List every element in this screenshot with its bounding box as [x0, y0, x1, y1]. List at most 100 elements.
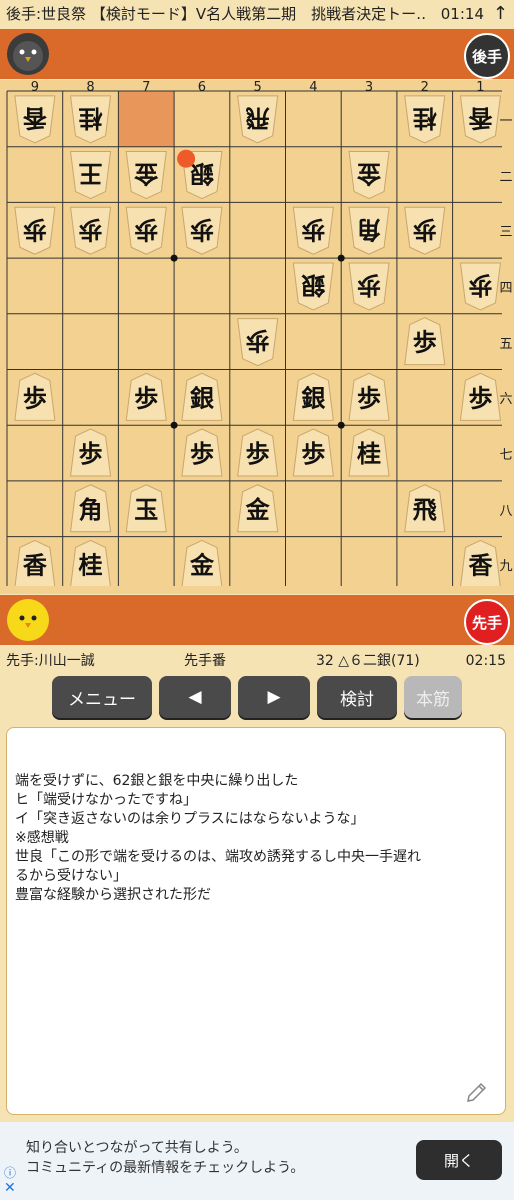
piece-gote-3-4[interactable]: 歩	[348, 262, 390, 311]
piece-sente-9-6[interactable]: 歩	[14, 372, 56, 421]
piece-gote-4-4[interactable]: 銀	[292, 262, 334, 311]
sente-player-bar: 先手	[0, 595, 514, 645]
gote-player-bar: 後手	[0, 29, 514, 79]
piece-label: 金	[189, 550, 215, 579]
current-move: 32 △６二銀(71)	[316, 653, 420, 669]
next-move-button[interactable]: ▶	[238, 676, 310, 718]
piece-label: 角	[357, 215, 381, 244]
piece-sente-3-7[interactable]: 桂	[348, 428, 390, 477]
piece-sente-6-9[interactable]: 金	[181, 539, 223, 586]
piece-gote-7-2[interactable]: 金	[125, 151, 167, 200]
piece-label: 桂	[357, 439, 381, 468]
piece-gote-3-3[interactable]: 角	[348, 206, 390, 255]
gote-badge: 後手	[464, 33, 510, 79]
piece-sente-1-6[interactable]: 歩	[459, 372, 502, 421]
piece-gote-5-1[interactable]: 飛	[237, 95, 279, 144]
shogi-board[interactable]: 香桂飛桂香王金銀金歩歩歩歩歩角歩銀歩歩歩 歩歩歩銀銀歩歩歩歩歩歩桂角玉金飛香桂金香	[2, 86, 502, 586]
file-label: 8	[86, 80, 95, 95]
file-label: 9	[30, 80, 39, 95]
piece-gote-4-3[interactable]: 歩	[292, 206, 334, 255]
rank-label: 六	[499, 392, 513, 408]
piece-label: 歩	[468, 271, 492, 300]
piece-gote-5-5[interactable]: 歩	[237, 318, 279, 367]
file-label: 4	[309, 80, 318, 95]
ad-info-icon[interactable]: ⓘ	[4, 1164, 16, 1181]
mainline-button[interactable]: 本筋	[404, 676, 462, 718]
sente-chick-avatar-icon	[7, 599, 49, 641]
turn-indicator: 先手番	[184, 653, 226, 669]
piece-gote-6-3[interactable]: 歩	[181, 206, 223, 255]
up-arrow-icon[interactable]: ↑	[493, 0, 508, 28]
piece-sente-7-6[interactable]: 歩	[125, 372, 167, 421]
piece-label: 歩	[190, 215, 214, 244]
comment-box[interactable]: 端を受けずに、62銀と銀を中央に繰り出した ヒ「端受けなかったですね」 イ「突き…	[6, 727, 506, 1115]
piece-sente-5-7[interactable]: 歩	[237, 428, 279, 477]
ad-line-2: コミュニティの最新情報をチェックしよう。	[26, 1160, 305, 1176]
piece-label: 玉	[134, 495, 158, 524]
piece-sente-8-7[interactable]: 歩	[69, 428, 112, 477]
piece-label: 歩	[23, 383, 47, 412]
piece-label: 歩	[134, 215, 158, 244]
star-point	[170, 421, 178, 429]
piece-gote-2-1[interactable]: 桂	[404, 95, 446, 144]
piece-label: 香	[468, 550, 493, 579]
piece-label: 歩	[134, 383, 158, 412]
last-move-from-highlight	[118, 91, 175, 147]
star-point	[337, 254, 345, 262]
piece-sente-8-9[interactable]: 桂	[70, 539, 111, 586]
rank-label: 二	[499, 169, 513, 185]
piece-gote-7-3[interactable]: 歩	[125, 206, 167, 255]
piece-gote-9-1[interactable]: 香	[14, 95, 56, 144]
piece-gote-8-3[interactable]: 歩	[69, 206, 112, 255]
piece-sente-4-6[interactable]: 銀	[292, 372, 334, 421]
clock: 01:14	[440, 5, 484, 23]
ad-close-icon[interactable]: ✕	[4, 1180, 16, 1196]
piece-label: 金	[356, 160, 382, 189]
piece-label: 歩	[301, 439, 325, 468]
ad-text: 知り合いとつながって共有しよう。 コミュニティの最新情報をチェックしよう。	[26, 1138, 304, 1178]
pencil-icon[interactable]	[465, 1080, 489, 1104]
piece-label: 歩	[357, 383, 381, 412]
piece-gote-1-4[interactable]: 歩	[459, 262, 502, 311]
file-label: 1	[476, 80, 485, 95]
piece-sente-8-8[interactable]: 角	[69, 484, 112, 533]
game-info-row: 先手:川山一誠 先手番 32 △６二銀(71) 02:15	[0, 648, 514, 674]
piece-sente-3-6[interactable]: 歩	[348, 372, 390, 421]
piece-sente-2-8[interactable]: 飛	[404, 484, 446, 533]
piece-label: 歩	[357, 271, 381, 300]
piece-label: 香	[23, 550, 48, 579]
star-point	[170, 254, 178, 262]
piece-gote-1-1[interactable]: 香	[459, 95, 502, 144]
piece-gote-9-3[interactable]: 歩	[14, 206, 56, 255]
piece-label: 飛	[246, 104, 270, 133]
piece-sente-6-7[interactable]: 歩	[181, 428, 223, 477]
prev-move-button[interactable]: ◀	[159, 676, 231, 718]
piece-sente-9-9[interactable]: 香	[14, 539, 56, 586]
ad-banner[interactable]: 知り合いとつながって共有しよう。 コミュニティの最新情報をチェックしよう。 開く…	[0, 1122, 514, 1200]
piece-sente-5-8[interactable]: 金	[237, 484, 279, 533]
piece-label: 銀	[190, 160, 214, 189]
rank-label: 九	[499, 559, 513, 575]
piece-label: 歩	[190, 439, 214, 468]
piece-label: 銀	[301, 383, 325, 412]
piece-label: 歩	[413, 215, 437, 244]
piece-label: 香	[467, 104, 492, 133]
ad-open-button[interactable]: 開く	[416, 1140, 502, 1180]
piece-sente-2-5[interactable]: 歩	[404, 317, 446, 366]
board-area: 香桂飛桂香王金銀金歩歩歩歩歩角歩銀歩歩歩歩歩歩銀銀歩歩歩歩歩歩桂角玉金飛香桂金香	[0, 80, 514, 594]
piece-label: 飛	[413, 495, 437, 524]
rank-label: 四	[499, 280, 513, 296]
piece-gote-2-3[interactable]: 歩	[404, 206, 446, 255]
control-buttons: メニュー ◀ ▶ 検討 本筋	[0, 676, 514, 722]
piece-label: 歩	[23, 215, 47, 244]
analyze-button[interactable]: 検討	[317, 676, 397, 718]
piece-sente-1-9[interactable]: 香	[460, 539, 501, 586]
piece-sente-6-6[interactable]: 銀	[181, 372, 223, 421]
piece-gote-8-1[interactable]: 桂	[69, 95, 112, 144]
piece-sente-7-8[interactable]: 玉	[125, 484, 167, 533]
piece-gote-3-2[interactable]: 金	[348, 151, 390, 200]
piece-sente-4-7[interactable]: 歩	[292, 428, 334, 477]
ad-line-1: 知り合いとつながって共有しよう。	[26, 1140, 248, 1156]
menu-button[interactable]: メニュー	[52, 676, 152, 718]
piece-gote-8-2[interactable]: 王	[69, 151, 112, 200]
